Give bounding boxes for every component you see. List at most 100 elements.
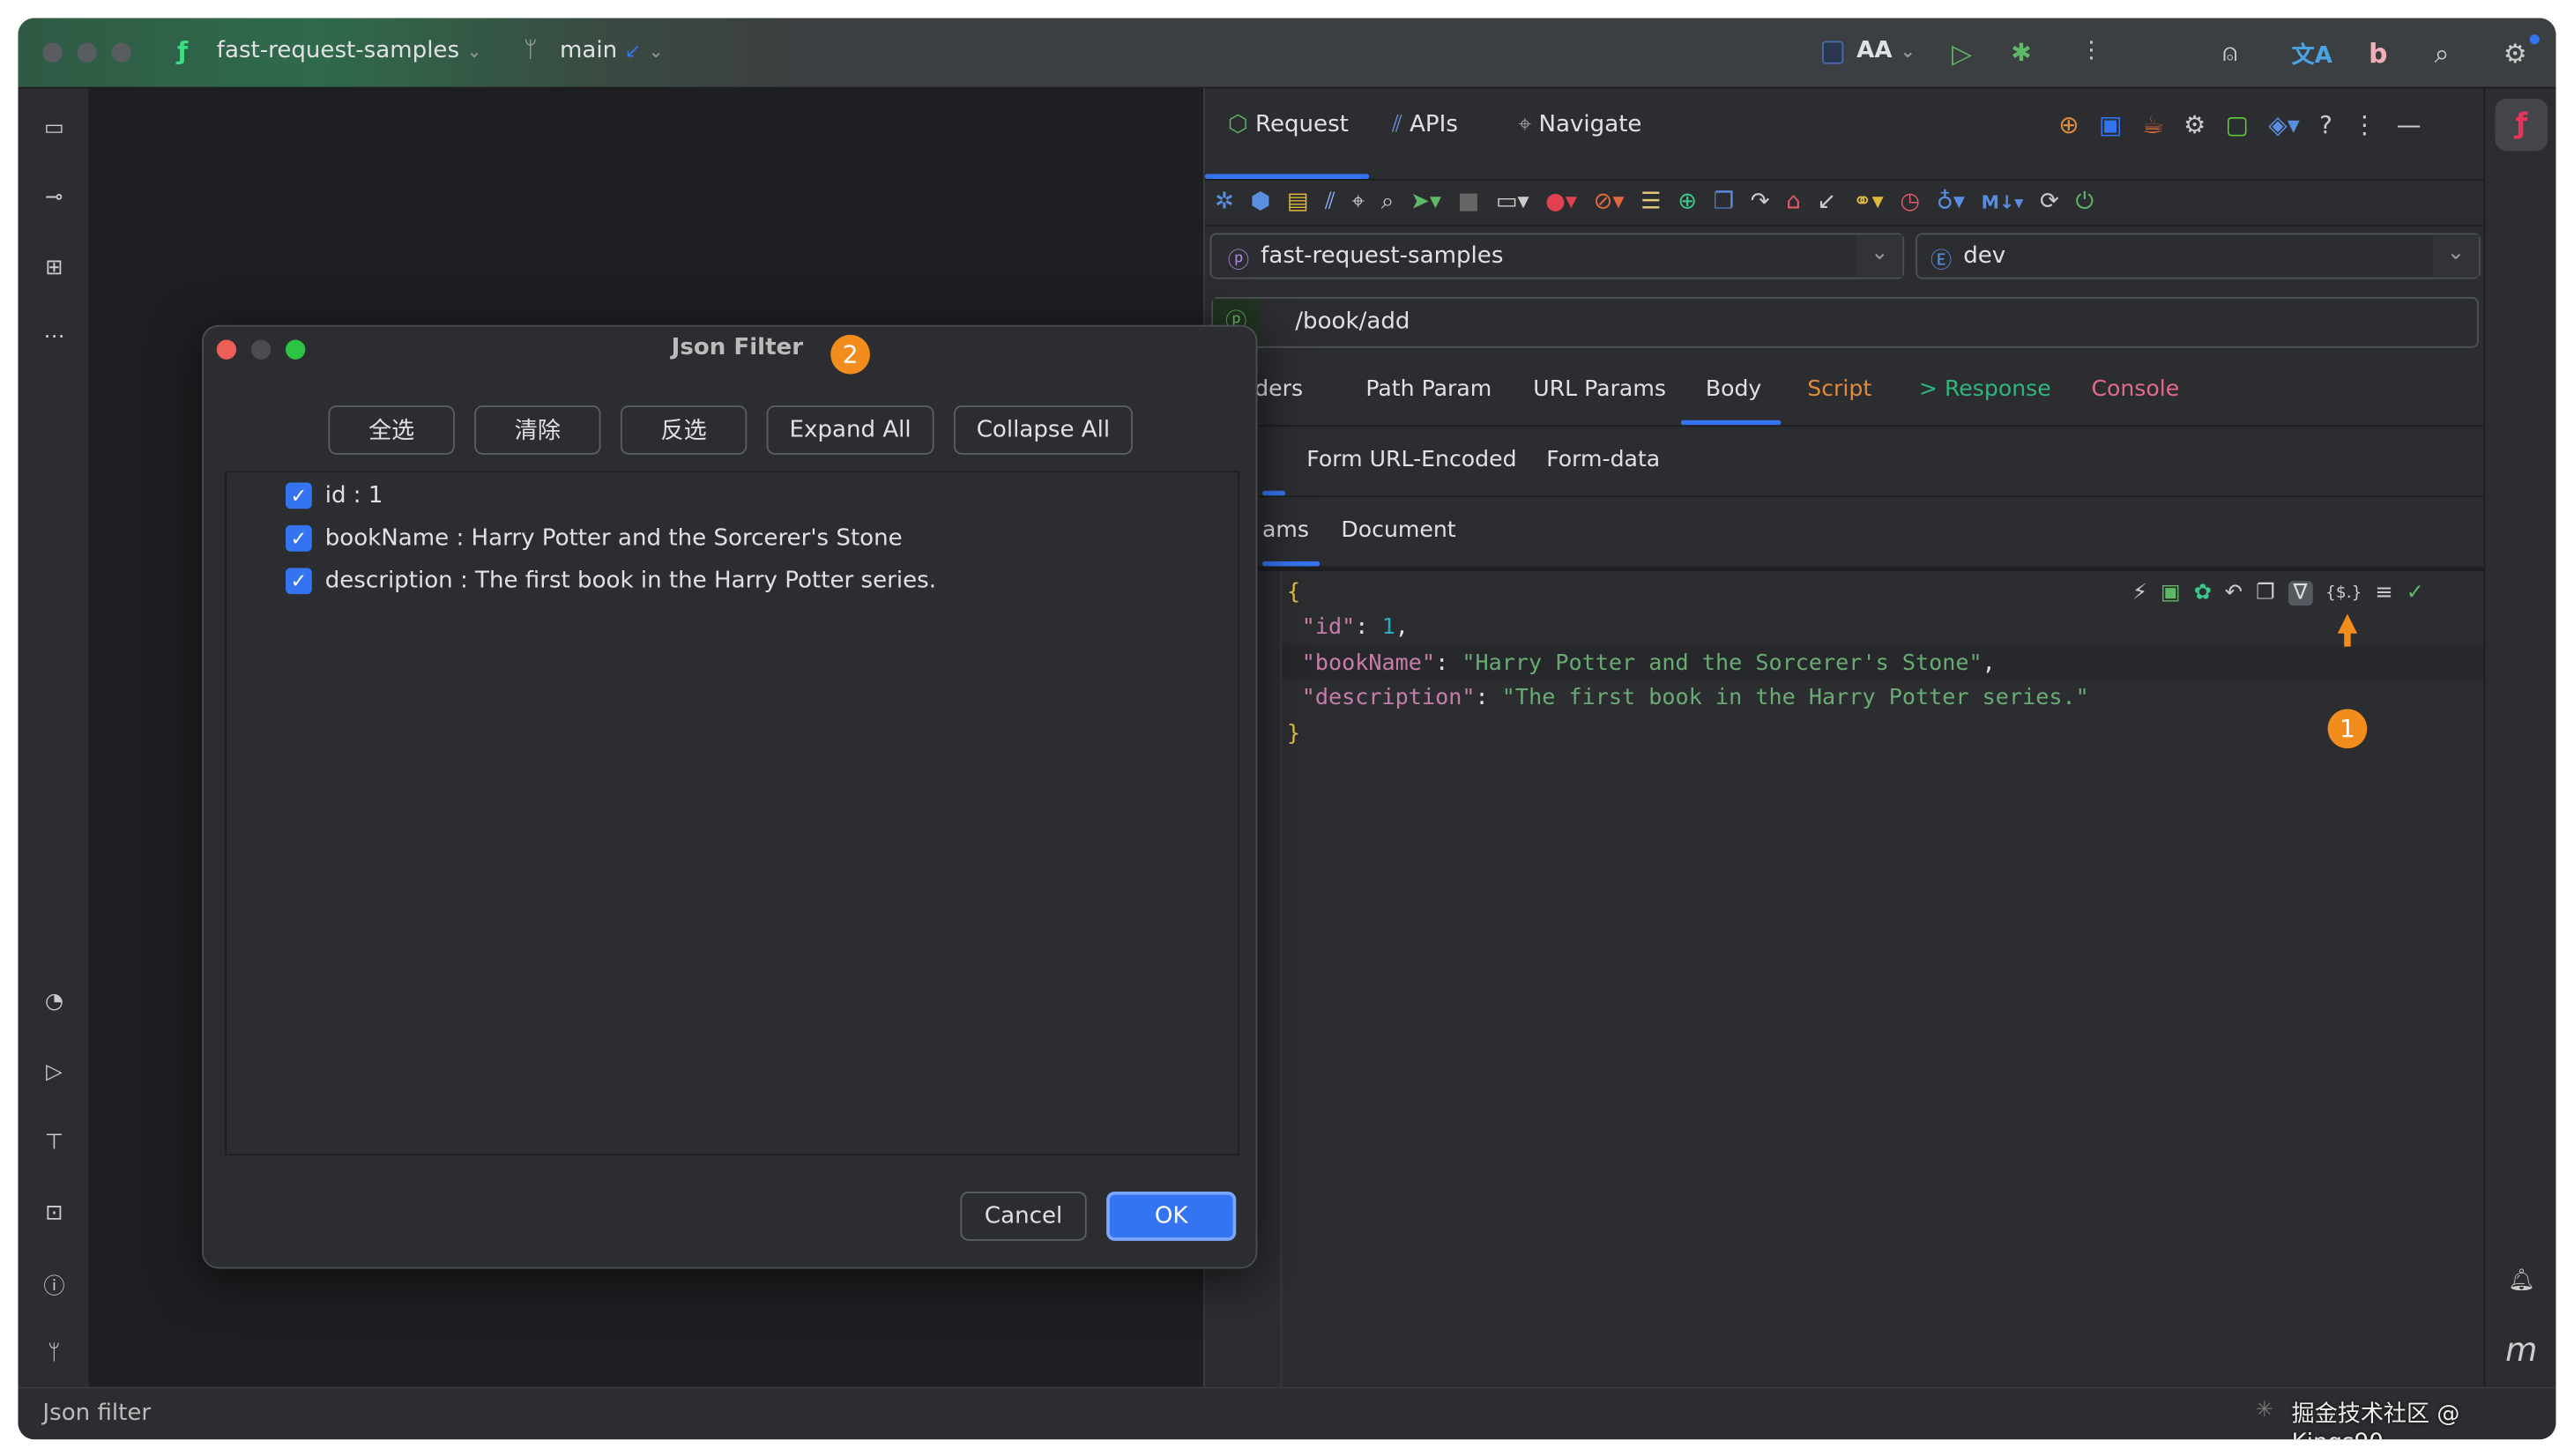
environment-select[interactable]: Ⓔ dev ⌄ (1916, 233, 2481, 279)
debug-icon[interactable]: ✱ (2011, 38, 2031, 68)
profiler-icon[interactable]: ◔ (38, 984, 71, 1017)
sync-icon[interactable]: ▢ (2226, 110, 2249, 140)
ok-button[interactable]: OK (1106, 1191, 1237, 1241)
font-size-button[interactable]: AA ⌄ (1856, 38, 1916, 64)
add-user-icon[interactable]: ⍝ (2222, 38, 2237, 68)
minimize-icon[interactable]: — (2397, 110, 2421, 140)
tab-body[interactable]: Body (1706, 375, 1761, 402)
power-icon[interactable]: ⏻ (2076, 189, 2094, 215)
gear-icon[interactable]: ⚙ (2503, 38, 2527, 69)
fast-request-icon[interactable]: ƒ (2495, 98, 2548, 152)
toggle-icon[interactable]: ☰ (1640, 189, 1661, 215)
redo-icon[interactable]: ↷ (1751, 189, 1770, 215)
layers-icon[interactable]: ◈▾ (2268, 110, 2300, 140)
save-icon[interactable]: ▭▾ (1496, 189, 1529, 215)
tree-item[interactable]: ✓ description : The first book in the Har… (286, 568, 936, 595)
history-icon[interactable]: ◷ (1900, 189, 1920, 215)
tab-params[interactable]: ams (1262, 517, 1309, 544)
tab-response[interactable]: > Response (1919, 375, 2051, 402)
json-editor[interactable]: { "id": 1, "bookName": "Harry Potter and… (1262, 571, 2486, 1387)
copy-icon[interactable]: ❐ (1714, 189, 1734, 215)
globe-icon[interactable]: ⊕ (1678, 189, 1697, 215)
tab-apis[interactable]: ⫽ APIs (1392, 112, 1458, 138)
send-icon[interactable]: ➤▾ (1410, 189, 1441, 215)
openai-icon[interactable]: ✿ (2194, 581, 2212, 605)
checkbox-checked-icon[interactable]: ✓ (286, 568, 312, 595)
tab-script[interactable]: Script (1807, 375, 1871, 402)
filter-icon[interactable]: ∇ (2288, 581, 2313, 606)
window-minimize-button[interactable] (77, 42, 97, 63)
dialog-minimize-button[interactable] (250, 339, 272, 360)
dialog-maximize-button[interactable] (286, 339, 306, 360)
folder-icon[interactable]: ▭ (38, 112, 71, 145)
more-tools-icon[interactable]: ⋯ (38, 320, 71, 353)
branch-switcher[interactable]: main ↙ ⌄ (560, 38, 664, 64)
window-maximize-button[interactable] (111, 42, 131, 63)
refresh-icon[interactable]: ⟳ (2040, 189, 2059, 215)
tree-item[interactable]: ✓ bookName : Harry Potter and the Sorcere… (286, 524, 903, 552)
structure-icon[interactable]: ⊞ (38, 251, 71, 284)
translate-icon[interactable]: 文A (2292, 38, 2332, 71)
tab-console[interactable]: Console (2091, 375, 2179, 402)
problems-icon[interactable]: ⓘ (38, 1267, 71, 1300)
link-icon[interactable]: ⚭▾ (1853, 189, 1884, 215)
tab-form-url-encoded[interactable]: Form URL-Encoded (1306, 447, 1516, 473)
more-icon[interactable]: ⋮ (2079, 38, 2102, 64)
commit-icon[interactable]: ⊸ (38, 181, 71, 213)
find-icon[interactable]: ⌕ (1381, 189, 1395, 215)
tab-url-params[interactable]: URL Params (1533, 375, 1666, 402)
expand-all-button[interactable]: Expand All (766, 405, 934, 455)
fire-icon[interactable]: ●▾ (1545, 189, 1577, 215)
sliders-icon[interactable]: ▤ (1287, 189, 1309, 215)
bell-icon[interactable]: 🔔︎ (2505, 1264, 2538, 1296)
clean-icon[interactable]: ⌂ (1786, 189, 1801, 215)
window-close-button[interactable] (42, 42, 63, 63)
checkbox-checked-icon[interactable]: ✓ (286, 524, 312, 552)
select-all-button[interactable]: 全选 (328, 405, 455, 455)
clear-button[interactable]: 清除 (474, 405, 601, 455)
markdown-icon[interactable]: M↓▾ (1982, 191, 2024, 212)
plugin-b-icon[interactable]: b (2369, 38, 2387, 69)
copy-icon[interactable]: ❐ (2256, 581, 2275, 605)
target-icon[interactable]: ⌖ (1351, 189, 1365, 215)
tab-document[interactable]: Document (1341, 517, 1455, 544)
tree-item[interactable]: ✓ id : 1 (286, 482, 383, 509)
tab-path-param[interactable]: Path Param (1365, 375, 1492, 402)
help-icon[interactable]: ? (2319, 110, 2332, 140)
search-icon[interactable]: ⌕ (2435, 38, 2450, 71)
github-icon[interactable]: ♁▾ (1937, 189, 1965, 215)
project-select[interactable]: ⓟ fast-request-samples ⌄ (1209, 233, 1905, 279)
tab-request[interactable]: ⬡ Request (1228, 112, 1349, 138)
undo-icon[interactable]: ↶ (2225, 581, 2243, 605)
check-icon[interactable]: ✓ (2407, 581, 2424, 605)
stop-icon[interactable]: ■ (1458, 189, 1480, 215)
e-icon[interactable]: ▣ (2161, 581, 2181, 605)
upload-icon[interactable]: ⊕ (2058, 110, 2079, 140)
magic-wand-icon[interactable]: ⚡ (2132, 581, 2147, 605)
run-icon[interactable]: ▷ (1952, 38, 1972, 69)
robot-icon[interactable]: ▣ (2099, 110, 2122, 140)
services-icon[interactable]: ▷ (38, 1055, 71, 1088)
project-switcher[interactable]: fast-request-samples ⌄ (217, 38, 482, 64)
dialog-close-button[interactable] (216, 339, 237, 360)
url-field[interactable]: ⓟ /book/add (1211, 297, 2479, 348)
settings-icon[interactable]: ⚙ (2183, 110, 2206, 140)
cancel-button[interactable]: Cancel (960, 1191, 1087, 1241)
terminal-icon[interactable]: ⊡ (38, 1197, 71, 1229)
tab-navigate[interactable]: ⌖ Navigate (1519, 112, 1642, 138)
no-proxy-icon[interactable]: ⊘▾ (1594, 189, 1625, 215)
import-icon[interactable]: ↙ (1817, 189, 1836, 215)
hexagon-icon[interactable]: ⬢ (1251, 189, 1271, 215)
coffee-icon[interactable]: ☕ (2142, 110, 2164, 140)
collapse-all-button[interactable]: Collapse All (953, 405, 1133, 455)
m-plugin-icon[interactable]: m (2505, 1329, 2538, 1369)
tab-form-data[interactable]: Form-data (1546, 447, 1660, 473)
git-icon[interactable]: ᛘ (38, 1336, 71, 1369)
chart-icon[interactable]: ⫽ (1325, 189, 1335, 215)
build-icon[interactable]: ⊤ (38, 1125, 71, 1158)
more-icon[interactable]: ⋮ (2352, 110, 2377, 140)
checkbox-checked-icon[interactable]: ✓ (286, 482, 312, 509)
plugin-icon[interactable]: ✲ (1215, 189, 1234, 215)
variable-icon[interactable]: {$.} (2325, 584, 2362, 602)
wrap-icon[interactable]: ≡ (2375, 581, 2392, 605)
